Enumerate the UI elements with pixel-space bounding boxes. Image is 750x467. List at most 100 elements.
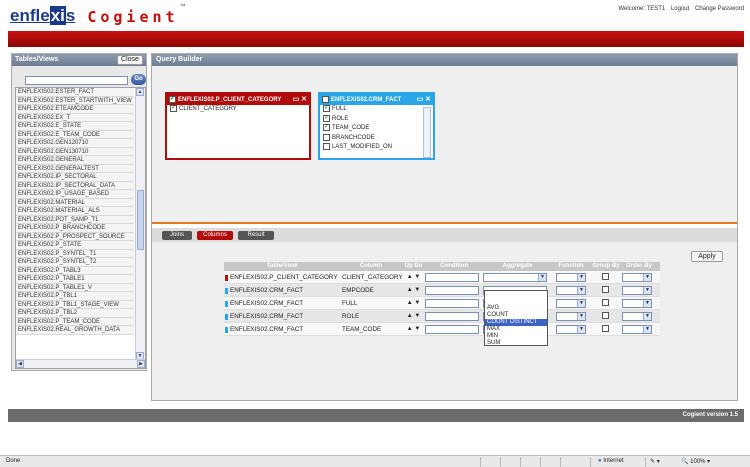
- table-list-item[interactable]: ENFLEXIS02.EX_T: [16, 113, 134, 122]
- function-select[interactable]: ▼: [556, 285, 586, 295]
- aggregate-option[interactable]: AVG: [485, 305, 547, 312]
- minimize-close-icon[interactable]: ▭ ✕: [293, 95, 307, 103]
- function-select[interactable]: ▼: [556, 324, 586, 334]
- tab-columns[interactable]: Columns: [197, 231, 233, 240]
- chevron-down-icon[interactable]: ▼: [643, 299, 651, 307]
- aggregate-option[interactable]: COUNT DISTINCT: [485, 319, 547, 326]
- aggregate-option-blank[interactable]: [485, 291, 547, 305]
- table-list-item[interactable]: ENFLEXIS02.P_TABLE1_V: [16, 283, 134, 292]
- table-column-row[interactable]: LAST_MODIFIED_ON: [320, 143, 433, 153]
- chevron-down-icon[interactable]: ▼: [577, 286, 585, 294]
- chevron-down-icon[interactable]: ▼: [577, 273, 585, 281]
- table-box-scrollbar[interactable]: [423, 107, 431, 158]
- column-checkbox[interactable]: ✓: [323, 124, 330, 131]
- table-column-row[interactable]: ✓ TEAM_CODE: [320, 124, 433, 134]
- group-by-checkbox[interactable]: [601, 299, 609, 307]
- aggregate-option[interactable]: COUNT: [485, 312, 547, 319]
- table-list-item[interactable]: ENFLEXIS02.ETEAMCODE: [16, 105, 134, 114]
- chevron-down-icon[interactable]: ▼: [577, 312, 585, 320]
- chevron-down-icon[interactable]: ▼: [643, 273, 651, 281]
- chevron-down-icon[interactable]: ▼: [538, 273, 546, 281]
- condition-input[interactable]: [425, 298, 479, 308]
- order-by-select[interactable]: ▼: [622, 285, 652, 295]
- table-column-row[interactable]: ✓ FULL: [320, 105, 433, 115]
- tab-joins[interactable]: Joins: [162, 231, 192, 240]
- table-column-row[interactable]: ✓ ROLE: [320, 114, 433, 125]
- chevron-down-icon[interactable]: ▼: [643, 325, 651, 333]
- order-by-select[interactable]: ▼: [622, 324, 652, 334]
- up-down-arrows[interactable]: ▲ ▼: [402, 274, 425, 280]
- change-password-link[interactable]: Change Password: [695, 6, 744, 12]
- condition-input[interactable]: [425, 285, 479, 295]
- function-select[interactable]: ▼: [556, 311, 586, 321]
- table-select-checkbox[interactable]: ✓: [169, 96, 176, 103]
- up-down-arrows[interactable]: ▲ ▼: [402, 313, 425, 319]
- aggregate-option[interactable]: SUM: [485, 340, 547, 347]
- table-list-item[interactable]: ENFLEXIS02.ESTER_STARTWITH_VIEW: [16, 96, 134, 105]
- table-list-item[interactable]: ENFLEXIS02.P_SYNTEL_T2: [16, 258, 134, 267]
- order-by-select[interactable]: ▼: [622, 272, 652, 282]
- table-list-item[interactable]: ENFLEXIS02.P_SYNTEL_T1: [16, 249, 134, 258]
- table-list-item[interactable]: ENFLEXIS02.E_TEAM_CODE: [16, 130, 134, 139]
- tab-result[interactable]: Result: [238, 231, 274, 240]
- aggregate-dropdown-list[interactable]: AVG COUNT COUNT DISTINCT MAX MIN SUM: [484, 290, 548, 346]
- table-list-item[interactable]: ENFLEXIS02.P_TBL1: [16, 292, 134, 301]
- apply-button[interactable]: Apply: [691, 251, 723, 262]
- aggregate-option[interactable]: MAX: [485, 326, 547, 333]
- horizontal-scrollbar[interactable]: ◀ ▶: [16, 359, 145, 368]
- up-down-arrows[interactable]: ▲ ▼: [402, 287, 425, 293]
- table-box-crm-fact[interactable]: ENFLEXIS02.CRM_FACT ▭ ✕ ✓ FULL ✓ ROLE ✓ TEA…: [318, 92, 435, 160]
- close-button[interactable]: Close: [117, 55, 143, 65]
- minimize-close-icon[interactable]: ▭ ✕: [417, 95, 431, 103]
- table-list-item[interactable]: ENFLEXIS02.P_TABLE1: [16, 275, 134, 284]
- table-list-item[interactable]: ENFLEXIS02.IP_SECTORAL: [16, 173, 134, 182]
- condition-input[interactable]: [425, 272, 479, 282]
- chevron-down-icon[interactable]: ▼: [643, 286, 651, 294]
- table-box-client-category[interactable]: ✓ ENFLEXIS02.P_CLIENT_CATEGORY ▭ ✕ ✓ CLIEN…: [165, 92, 311, 160]
- table-list-item[interactable]: ENFLEXIS02.P_STATE: [16, 241, 134, 250]
- up-down-arrows[interactable]: ▲ ▼: [402, 300, 425, 306]
- table-select-checkbox[interactable]: [322, 96, 329, 103]
- vertical-scrollbar[interactable]: ▲ ▼: [135, 88, 145, 360]
- scroll-right-icon[interactable]: ▶: [137, 360, 145, 368]
- column-checkbox[interactable]: ✓: [170, 105, 177, 112]
- group-by-checkbox[interactable]: [601, 325, 609, 333]
- chevron-down-icon[interactable]: ▼: [577, 299, 585, 307]
- go-button[interactable]: Go: [131, 74, 146, 85]
- table-list-item[interactable]: ENFLEXIS02.REAL_GROWTH_DATA: [16, 326, 134, 335]
- group-by-checkbox[interactable]: [601, 273, 609, 281]
- table-list-item[interactable]: ENFLEXIS02.E_STATE: [16, 122, 134, 131]
- column-checkbox[interactable]: [323, 133, 330, 141]
- table-list-item[interactable]: ENFLEXIS02.IP_USAGE_BASED: [16, 190, 134, 199]
- condition-input[interactable]: [425, 311, 479, 321]
- chevron-down-icon[interactable]: ▼: [643, 312, 651, 320]
- column-checkbox[interactable]: ✓: [323, 114, 330, 122]
- zoom-level[interactable]: 🔍 100% ▾: [681, 458, 710, 465]
- table-list-item[interactable]: ENFLEXIS02.GENERALTEST: [16, 164, 134, 173]
- group-by-checkbox[interactable]: [601, 312, 609, 320]
- condition-input[interactable]: [425, 324, 479, 334]
- table-list-item[interactable]: ENFLEXIS02.MATERIAL_ALS: [16, 207, 134, 216]
- table-list-item[interactable]: ENFLEXIS02.P_PROSPECT_SOURCE: [16, 232, 134, 241]
- table-list-item[interactable]: ENFLEXIS02.POT_SAMP_T1: [16, 215, 134, 224]
- chevron-down-icon[interactable]: ▼: [577, 325, 585, 333]
- aggregate-select[interactable]: ▼: [483, 272, 547, 282]
- table-list-item[interactable]: ENFLEXIS02.P_TBL1_STAGE_VIEW: [16, 300, 134, 309]
- table-search-input[interactable]: [25, 76, 128, 85]
- table-list-item[interactable]: ENFLEXIS02.P_TEAM_CODE: [16, 317, 134, 326]
- scroll-thumb[interactable]: [137, 190, 144, 250]
- table-list-item[interactable]: ENFLEXIS02.P_BRANCHCODE: [16, 224, 134, 233]
- column-checkbox[interactable]: ✓: [323, 105, 330, 112]
- scroll-left-icon[interactable]: ◀: [16, 360, 24, 368]
- table-list-item[interactable]: ENFLEXIS02.ESTER_FACT: [16, 88, 134, 97]
- table-list-item[interactable]: ENFLEXIS02.P_TBL2: [16, 309, 134, 318]
- pen-icon[interactable]: ✎ ▾: [650, 458, 660, 465]
- table-list-item[interactable]: ENFLEXIS02.P_TABL3: [16, 266, 134, 275]
- table-list-item[interactable]: ENFLEXIS02.GEN120710: [16, 139, 134, 148]
- scroll-up-icon[interactable]: ▲: [136, 88, 144, 96]
- table-list-item[interactable]: ENFLEXIS02.IP_SECTORAL_DATA: [16, 181, 134, 190]
- function-select[interactable]: ▼: [556, 298, 586, 308]
- order-by-select[interactable]: ▼: [622, 298, 652, 308]
- logout-link[interactable]: Logout: [671, 6, 689, 12]
- group-by-checkbox[interactable]: [601, 286, 609, 294]
